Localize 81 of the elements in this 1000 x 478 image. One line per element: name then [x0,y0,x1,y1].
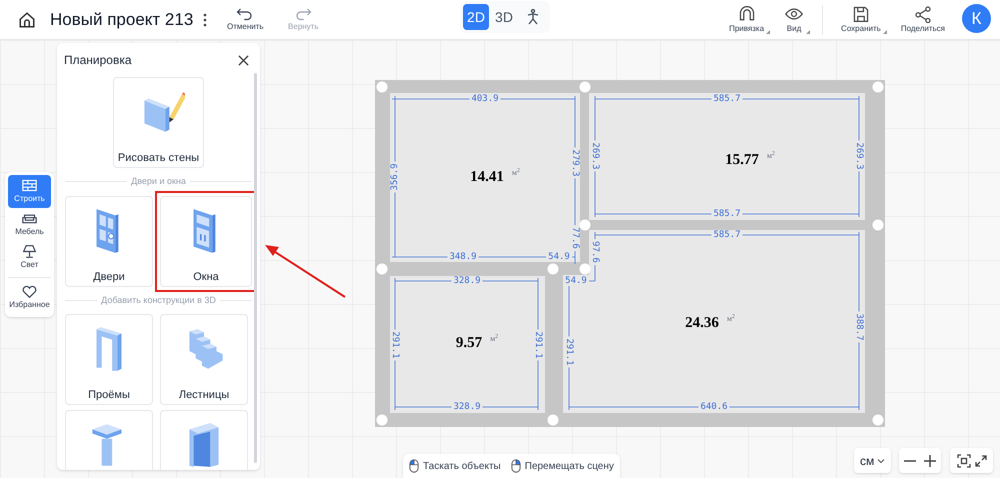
dimension-label: 77.6 [570,225,580,251]
hint-text: Перемещать сцену [524,460,614,474]
dimension-label: 356.9 [390,161,400,193]
units-label: см [860,452,874,470]
wall-node[interactable] [872,414,884,426]
item-card[interactable]: Лестницы [160,314,248,405]
dimension-label: 585.7 [711,94,743,104]
lamp-icon [21,244,38,259]
avatar[interactable]: К [962,4,991,33]
toolbar-button[interactable]: Сохранить [835,5,887,35]
chevron-icon [877,456,886,464]
wall-node[interactable] [548,414,558,426]
dimension-label: 291.1 [533,329,543,361]
units-dropdown[interactable]: см [854,448,892,473]
item-card[interactable]: Проёмы [65,314,153,405]
sidebar-item[interactable]: Свет [8,241,51,274]
undo-icon [236,6,254,21]
mouse-icon [510,459,521,473]
room-area: 14.41 [470,168,504,186]
room-area: 15.77 [725,151,759,169]
item-card[interactable]: Рисовать стены [113,77,204,168]
dimension-label: 54.9 [546,252,572,262]
toolbar-button[interactable]: Привязка [723,5,770,35]
wall-node[interactable] [376,414,388,426]
area-unit: м$^{2}$ [490,334,498,344]
dimension-label: 585.7 [711,209,743,219]
sidebar-item[interactable]: Избранное [8,281,51,314]
toolbar-button[interactable]: Поделиться [894,5,951,35]
area-unit: м$^{2}$ [512,168,520,178]
toolbar-button[interactable]: Вид [778,5,810,35]
dimension-label: 328.9 [451,276,483,286]
expand-icon[interactable] [974,454,986,466]
panel-title: Планировка [64,52,132,69]
room-area: 24.36 [685,314,719,332]
project-title: Новый проект 213 [50,8,194,31]
wall-node[interactable] [376,82,388,92]
dimension-label: 269.3 [590,140,600,172]
area-unit: м$^{2}$ [726,314,735,324]
dimension-label: 348.9 [447,252,479,262]
mouse-icon [409,459,419,473]
view-mode-tab[interactable]: 3D [491,4,517,30]
more-icon[interactable] [203,12,208,26]
dimension-label: 54.9 [563,276,589,286]
fit-icon[interactable] [956,454,970,468]
dimension-label: 585.7 [711,230,743,240]
scrollbar[interactable] [254,73,257,463]
dimension-label: 640.6 [698,402,730,412]
share-icon [912,5,933,23]
section-heading: Двери и окна [131,175,186,188]
wall-node[interactable] [872,220,884,230]
brick-wall-icon [21,178,38,193]
close-icon[interactable] [238,54,249,66]
wall-node[interactable] [580,82,590,92]
area-unit: м$^{2}$ [766,151,775,161]
zoom-in-icon[interactable] [923,454,937,468]
room-area: 9.57 [456,334,482,352]
view-mode-tab[interactable]: 2D [463,4,489,30]
dimension-label: 269.3 [854,140,864,172]
undo-button[interactable]: Отменить [221,6,270,33]
wall-node[interactable] [580,220,590,230]
wall-node[interactable] [548,264,558,274]
home-icon[interactable] [18,10,36,28]
dimension-label: 403.9 [469,94,501,104]
redo-icon [294,6,312,21]
wall-node[interactable] [580,264,590,274]
dimension-label: 291.1 [564,336,574,368]
sidebar-item[interactable]: Мебель [8,208,51,241]
dimension-label: 279.3 [570,147,580,179]
dimension-label: 97.6 [590,239,600,265]
item-card[interactable]: Окна [160,196,252,286]
hint-text: Таскать объекты [423,460,501,474]
wall-node[interactable] [376,264,388,274]
heart-icon [21,284,38,299]
walking-person-icon [526,9,540,25]
dimension-label: 388.7 [854,311,864,343]
dimension-label: 291.1 [390,329,400,361]
section-heading: Добавить конструкции в 3D [101,294,216,307]
dimension-label: 328.9 [451,402,483,412]
sidebar-item[interactable]: Строить [8,175,51,208]
item-card[interactable]: Двери [65,196,153,286]
wall-node[interactable] [872,82,884,92]
